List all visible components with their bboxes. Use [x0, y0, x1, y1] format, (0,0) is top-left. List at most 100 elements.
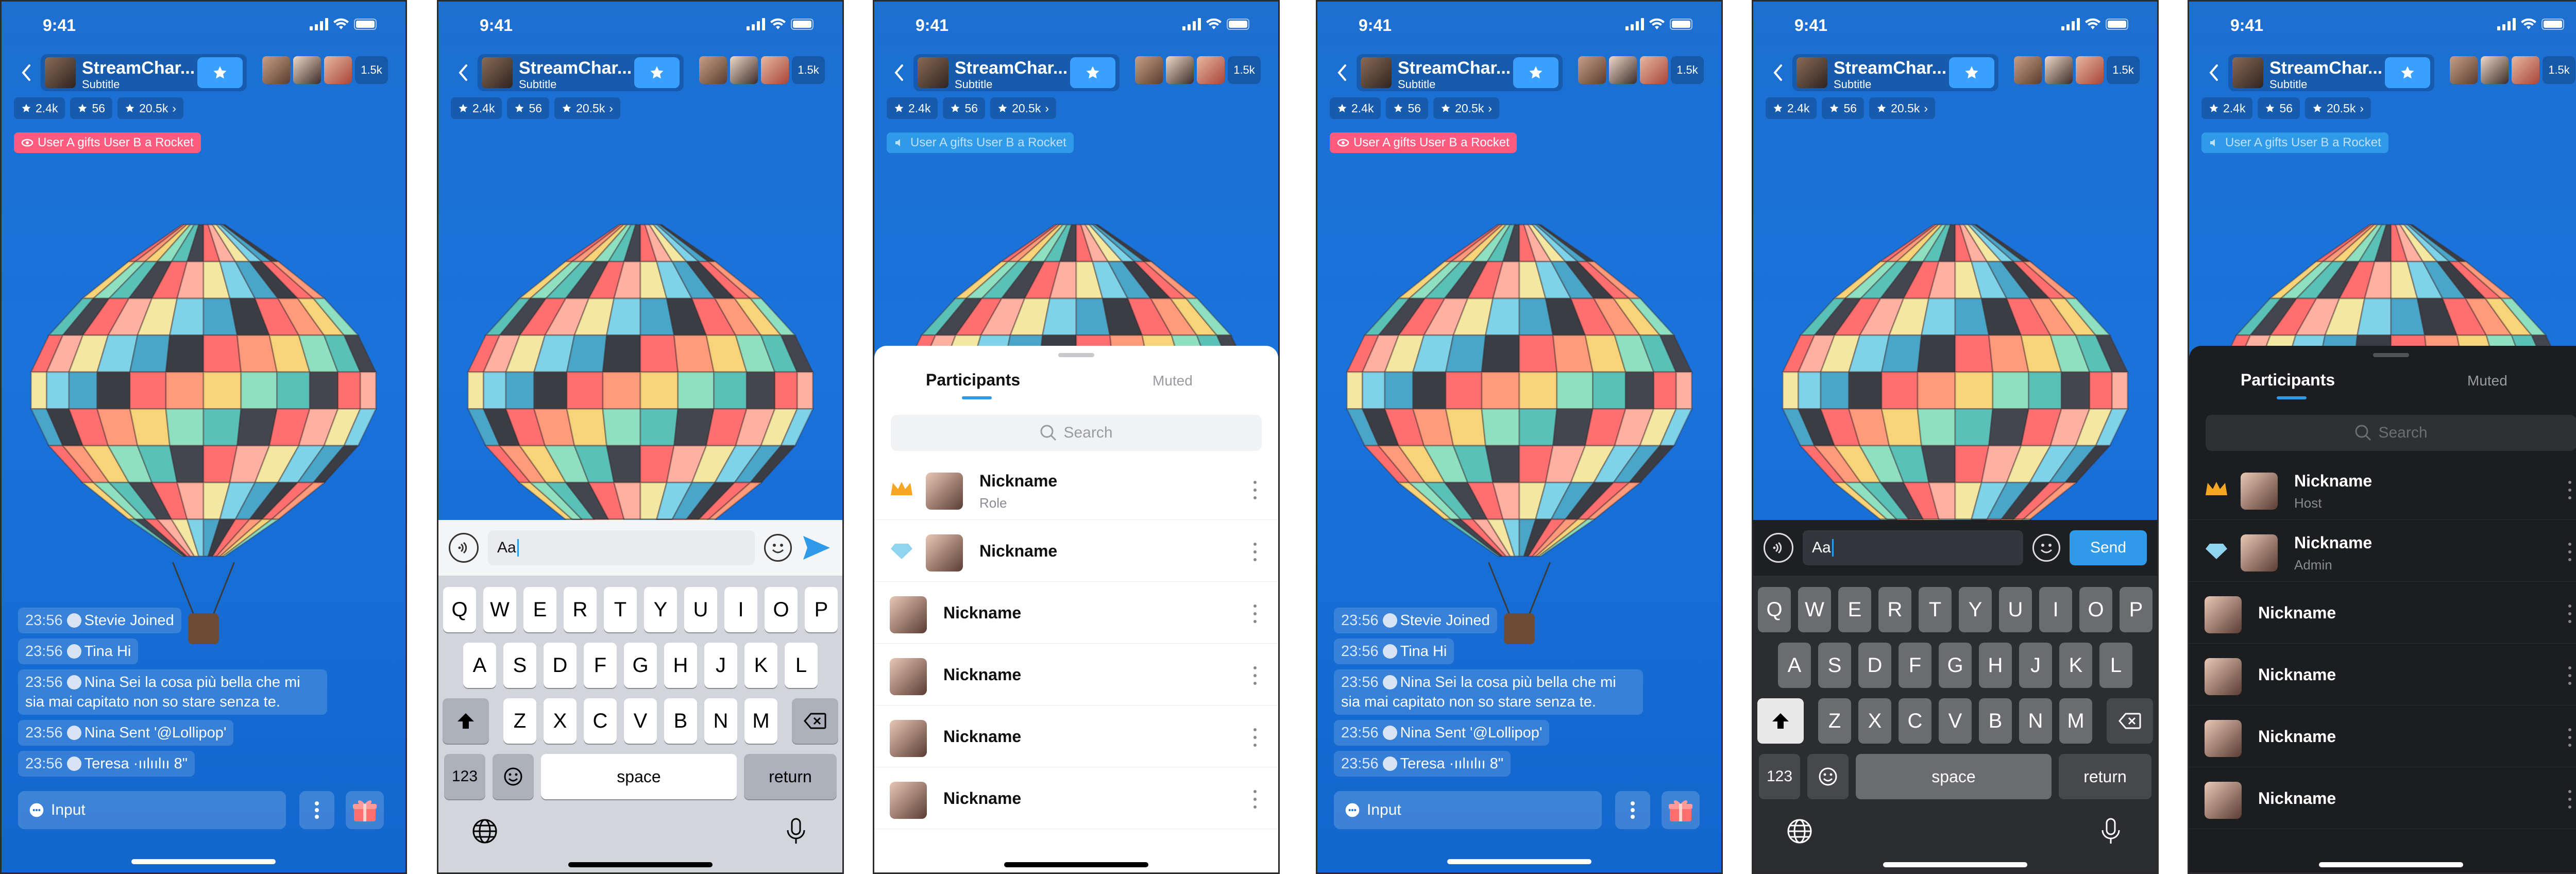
- participant-row[interactable]: Nickname Admin: [2189, 520, 2576, 582]
- participant-options-button[interactable]: [2567, 543, 2572, 561]
- key-n[interactable]: N: [704, 698, 737, 744]
- tab-muted[interactable]: Muted: [2467, 373, 2507, 389]
- key-b[interactable]: B: [1979, 698, 2012, 744]
- key-s[interactable]: S: [503, 643, 536, 688]
- key-u[interactable]: U: [684, 587, 717, 632]
- key-o[interactable]: O: [765, 587, 798, 632]
- participant-options-button[interactable]: [2567, 604, 2572, 623]
- send-arrow-icon[interactable]: [801, 534, 832, 562]
- return-key[interactable]: return: [2059, 754, 2151, 799]
- participant-row[interactable]: Nickname Role: [874, 458, 1278, 520]
- key-h[interactable]: H: [1979, 643, 2012, 688]
- stat-chip[interactable]: 20.5k ›: [554, 97, 621, 119]
- globe-icon[interactable]: [469, 816, 500, 847]
- stat-chip[interactable]: 2.4k: [1330, 97, 1381, 119]
- host-card[interactable]: StreamChar... Subtitle: [2228, 54, 2434, 91]
- key-i[interactable]: I: [2039, 587, 2072, 632]
- key-t[interactable]: T: [604, 587, 637, 632]
- participant-options-button[interactable]: [2567, 666, 2572, 685]
- key-r[interactable]: R: [564, 587, 597, 632]
- key-q[interactable]: Q: [443, 587, 476, 632]
- participant-row[interactable]: Nickname: [2189, 705, 2576, 767]
- key-j[interactable]: J: [704, 643, 737, 688]
- participant-options-button[interactable]: [2567, 481, 2572, 499]
- host-card[interactable]: StreamChar... Subtitle: [1357, 54, 1563, 91]
- viewer-list[interactable]: 1.5k: [1578, 56, 1704, 84]
- key-s[interactable]: S: [1818, 643, 1851, 688]
- back-chevron-icon[interactable]: [1334, 62, 1351, 83]
- participant-row[interactable]: Nickname: [874, 520, 1278, 582]
- key-h[interactable]: H: [664, 643, 697, 688]
- back-chevron-icon[interactable]: [891, 62, 908, 83]
- sheet-grabber[interactable]: [2373, 353, 2409, 357]
- key-e[interactable]: E: [1838, 587, 1871, 632]
- stat-chip[interactable]: 20.5k ›: [117, 97, 184, 119]
- gift-button[interactable]: [1662, 791, 1700, 829]
- voice-input-button[interactable]: [449, 533, 479, 563]
- follow-button[interactable]: [1949, 57, 1994, 88]
- shift-key[interactable]: [1757, 698, 1804, 744]
- key-v[interactable]: V: [1939, 698, 1972, 744]
- key-p[interactable]: P: [805, 587, 838, 632]
- participant-options-button[interactable]: [1252, 481, 1258, 499]
- message-input[interactable]: Aa: [488, 530, 755, 565]
- gift-button[interactable]: [346, 791, 384, 829]
- key-f[interactable]: F: [1899, 643, 1931, 688]
- chat-input[interactable]: Input: [18, 791, 286, 829]
- back-chevron-icon[interactable]: [1770, 62, 1787, 83]
- stat-chip[interactable]: 2.4k: [14, 97, 65, 119]
- viewer-list[interactable]: 1.5k: [2450, 56, 2575, 84]
- message-input[interactable]: Aa: [1803, 530, 2023, 565]
- key-p[interactable]: P: [2120, 587, 2153, 632]
- back-chevron-icon[interactable]: [455, 62, 472, 83]
- key-a[interactable]: A: [1778, 643, 1811, 688]
- numbers-key[interactable]: 123: [444, 754, 485, 799]
- emoji-key[interactable]: [493, 754, 534, 799]
- shift-key[interactable]: [443, 698, 489, 744]
- key-m[interactable]: M: [2059, 698, 2092, 744]
- stat-chip[interactable]: 2.4k: [2201, 97, 2253, 119]
- emoji-key[interactable]: [1807, 754, 1849, 799]
- key-e[interactable]: E: [523, 587, 556, 632]
- participant-options-button[interactable]: [1252, 666, 1258, 685]
- emoji-button[interactable]: [764, 534, 792, 562]
- follow-button[interactable]: [1070, 57, 1115, 88]
- stat-chip[interactable]: 20.5k ›: [2305, 97, 2371, 119]
- stat-chip[interactable]: 56: [507, 97, 550, 119]
- microphone-icon[interactable]: [2095, 816, 2126, 847]
- key-l[interactable]: L: [2099, 643, 2132, 688]
- participant-row[interactable]: Nickname: [874, 705, 1278, 767]
- back-chevron-icon[interactable]: [18, 62, 36, 83]
- participant-search[interactable]: Search: [891, 415, 1262, 451]
- microphone-icon[interactable]: [781, 816, 811, 847]
- stat-chip[interactable]: 56: [943, 97, 986, 119]
- key-d[interactable]: D: [544, 643, 577, 688]
- back-chevron-icon[interactable]: [2206, 62, 2223, 83]
- key-z[interactable]: Z: [1818, 698, 1851, 744]
- follow-button[interactable]: [2385, 57, 2430, 88]
- key-g[interactable]: G: [1939, 643, 1972, 688]
- stat-chip[interactable]: 2.4k: [887, 97, 938, 119]
- sheet-grabber[interactable]: [1058, 353, 1094, 357]
- stat-chip[interactable]: 2.4k: [1766, 97, 1817, 119]
- key-u[interactable]: U: [1999, 587, 2032, 632]
- key-g[interactable]: G: [624, 643, 657, 688]
- participant-options-button[interactable]: [2567, 790, 2572, 809]
- key-k[interactable]: K: [2059, 643, 2092, 688]
- chat-input[interactable]: Input: [1334, 791, 1602, 829]
- participant-row[interactable]: Nickname: [874, 582, 1278, 644]
- host-card[interactable]: StreamChar... Subtitle: [478, 54, 684, 91]
- key-j[interactable]: J: [2019, 643, 2052, 688]
- key-x[interactable]: X: [544, 698, 577, 744]
- delete-key[interactable]: [792, 698, 838, 744]
- key-t[interactable]: T: [1919, 587, 1952, 632]
- participant-row[interactable]: Nickname Host: [2189, 458, 2576, 520]
- more-options-button[interactable]: [1615, 791, 1650, 829]
- tab-participants[interactable]: Participants: [926, 371, 1020, 390]
- participant-search[interactable]: Search: [2206, 415, 2576, 451]
- space-key[interactable]: space: [1856, 754, 2052, 799]
- key-w[interactable]: W: [1798, 587, 1831, 632]
- key-o[interactable]: O: [2079, 587, 2112, 632]
- key-x[interactable]: X: [1858, 698, 1891, 744]
- key-y[interactable]: Y: [644, 587, 677, 632]
